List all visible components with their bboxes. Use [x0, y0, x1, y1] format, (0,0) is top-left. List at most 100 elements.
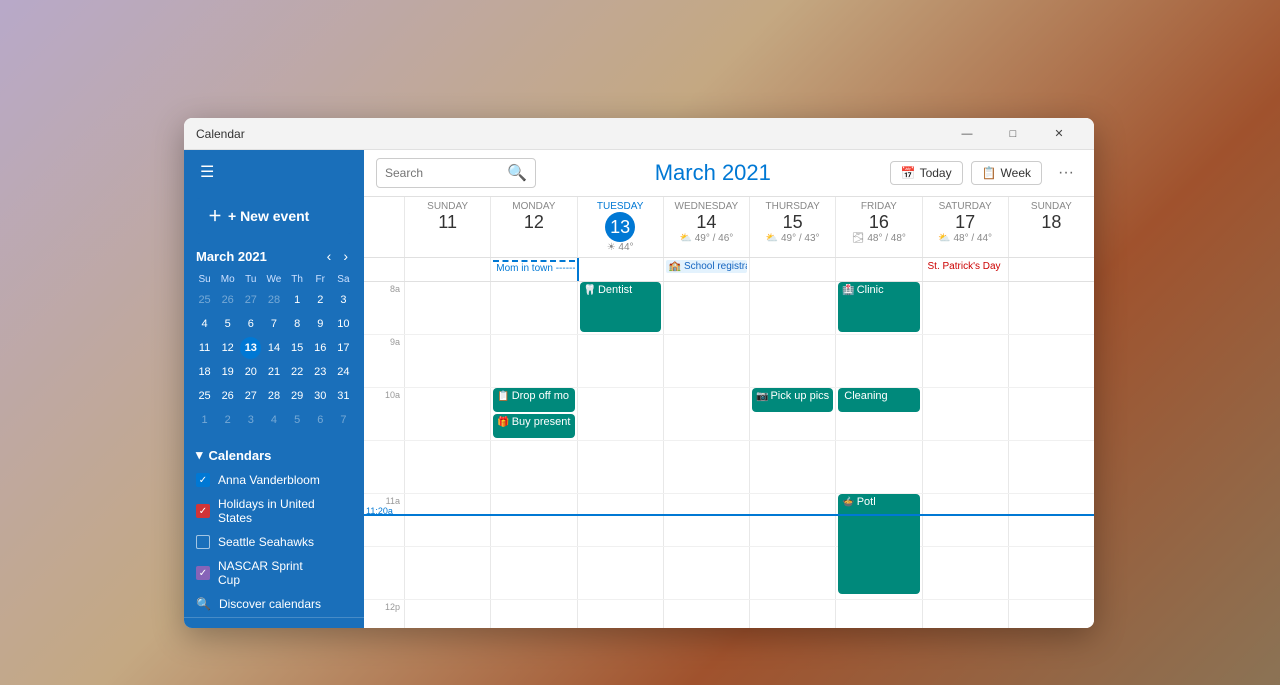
time-cell[interactable]	[663, 547, 749, 599]
time-cell[interactable]	[922, 335, 1008, 387]
time-cell[interactable]	[835, 441, 921, 493]
new-event-button[interactable]: ＋ + New event	[196, 198, 352, 234]
mini-cal-day[interactable]: 2	[217, 409, 238, 431]
mini-cal-day[interactable]: 12	[217, 337, 238, 359]
calendars-section-header[interactable]: ▾ Calendars	[184, 441, 364, 467]
today-button[interactable]: 📅 Today	[890, 161, 963, 185]
event-school-registrati[interactable]: 🏫 School registrati...	[666, 260, 747, 273]
mini-cal-day[interactable]: 5	[287, 409, 308, 431]
time-cell[interactable]	[749, 494, 835, 546]
mini-cal-day[interactable]: 3	[333, 289, 354, 311]
time-cell[interactable]	[1008, 600, 1094, 628]
event-dropoff[interactable]: 📋Drop off mo	[493, 388, 574, 412]
time-cell[interactable]	[490, 547, 576, 599]
week-button[interactable]: 📋 Week	[971, 161, 1042, 185]
mini-cal-day[interactable]: 19	[217, 361, 238, 383]
time-cell[interactable]	[663, 388, 749, 440]
calendar-checkbox-nascar[interactable]: ✓	[196, 566, 210, 580]
time-cell[interactable]	[1008, 494, 1094, 546]
more-options-button[interactable]: ···	[1050, 160, 1082, 186]
mini-cal-day[interactable]: 23	[310, 361, 331, 383]
time-cell[interactable]	[1008, 335, 1094, 387]
time-cell[interactable]	[577, 335, 663, 387]
time-cell[interactable]	[404, 335, 490, 387]
time-cell[interactable]	[749, 441, 835, 493]
mini-cal-day[interactable]: 4	[263, 409, 284, 431]
mini-cal-day[interactable]: 7	[333, 409, 354, 431]
time-cell[interactable]	[404, 547, 490, 599]
mini-cal-day[interactable]: 29	[287, 385, 308, 407]
calendar-item-anna[interactable]: ✓ Anna Vanderbloom ···	[184, 467, 364, 493]
mini-cal-day[interactable]: 9	[310, 313, 331, 335]
time-cell[interactable]	[922, 282, 1008, 334]
time-cell[interactable]	[922, 441, 1008, 493]
mini-cal-day[interactable]: 20	[240, 361, 261, 383]
event-clinic[interactable]: 🏥Clinic	[838, 282, 919, 332]
mini-cal-day[interactable]: 28	[263, 289, 284, 311]
time-cell[interactable]	[490, 335, 576, 387]
time-cell[interactable]	[922, 388, 1008, 440]
mini-cal-day[interactable]: 1	[194, 409, 215, 431]
people-icon[interactable]: 👥	[261, 626, 293, 628]
mini-cal-day[interactable]: 31	[333, 385, 354, 407]
settings-icon[interactable]: ⚙	[327, 626, 353, 628]
mini-cal-day[interactable]: 7	[263, 313, 284, 335]
calendar-checkbox-anna[interactable]: ✓	[196, 473, 210, 487]
mini-cal-day[interactable]: 24	[333, 361, 354, 383]
minimize-button[interactable]: —	[944, 118, 990, 150]
time-cell[interactable]	[404, 600, 490, 628]
mini-cal-day[interactable]: 25	[194, 289, 215, 311]
event-st-patricks-day[interactable]: St. Patrick's Day	[925, 260, 1006, 273]
event-cleaning[interactable]: Cleaning	[838, 388, 919, 412]
mini-cal-day[interactable]: 15	[287, 337, 308, 359]
time-cell[interactable]	[1008, 388, 1094, 440]
time-cell[interactable]	[663, 335, 749, 387]
time-cell[interactable]	[749, 282, 835, 334]
time-cell[interactable]	[1008, 441, 1094, 493]
time-cell[interactable]	[922, 600, 1008, 628]
time-cell[interactable]: Cleaning	[835, 388, 921, 440]
calendar-icon[interactable]: 📅	[224, 626, 256, 628]
time-cell[interactable]: 🦷Dentist	[577, 282, 663, 334]
mini-cal-day[interactable]: 18	[194, 361, 215, 383]
event-buypresent[interactable]: 🎁Buy present	[493, 414, 574, 438]
mini-cal-day[interactable]: 27	[240, 385, 261, 407]
mini-cal-day[interactable]: 17	[333, 337, 354, 359]
mini-cal-day[interactable]: 21	[263, 361, 284, 383]
calendar-item-seahawks[interactable]: Seattle Seahawks ···	[184, 529, 364, 555]
calendar-item-nascar[interactable]: ✓ NASCAR Sprint Cup ···	[184, 555, 364, 591]
tasks-icon[interactable]: ✓	[297, 626, 322, 628]
time-cell[interactable]: 🏥Clinic	[835, 282, 921, 334]
time-cell[interactable]	[663, 441, 749, 493]
mini-cal-day[interactable]: 1	[287, 289, 308, 311]
time-cell[interactable]	[404, 282, 490, 334]
hamburger-icon[interactable]: ☰	[196, 158, 218, 186]
mini-cal-day[interactable]: 8	[287, 313, 308, 335]
mini-cal-day[interactable]: 22	[287, 361, 308, 383]
time-cell[interactable]: 🍲Potl	[835, 494, 921, 546]
mini-cal-day[interactable]: 3	[240, 409, 261, 431]
event-dentist[interactable]: 🦷Dentist	[580, 282, 661, 332]
search-input[interactable]	[385, 166, 501, 180]
mini-cal-day[interactable]: 30	[310, 385, 331, 407]
mini-cal-day[interactable]: 27	[240, 289, 261, 311]
search-box[interactable]: 🔍	[376, 158, 536, 188]
mail-icon[interactable]: ✉	[194, 626, 219, 628]
mini-cal-next[interactable]: ›	[339, 246, 352, 266]
time-cell[interactable]: 📷Pick up pics	[749, 388, 835, 440]
mini-cal-day[interactable]: 26	[217, 289, 238, 311]
time-cell[interactable]	[577, 494, 663, 546]
time-cell[interactable]	[490, 600, 576, 628]
time-cell[interactable]	[922, 547, 1008, 599]
time-cell[interactable]	[749, 335, 835, 387]
time-cell[interactable]	[577, 547, 663, 599]
time-cell[interactable]	[404, 388, 490, 440]
time-cell[interactable]	[922, 494, 1008, 546]
time-cell[interactable]	[749, 547, 835, 599]
time-cell[interactable]: 📋Drop off mo🎁Buy present	[490, 388, 576, 440]
time-cell[interactable]	[577, 388, 663, 440]
mini-cal-day[interactable]: 28	[263, 385, 284, 407]
time-cell[interactable]	[1008, 282, 1094, 334]
time-cell[interactable]	[663, 494, 749, 546]
mini-cal-day[interactable]: 2	[310, 289, 331, 311]
